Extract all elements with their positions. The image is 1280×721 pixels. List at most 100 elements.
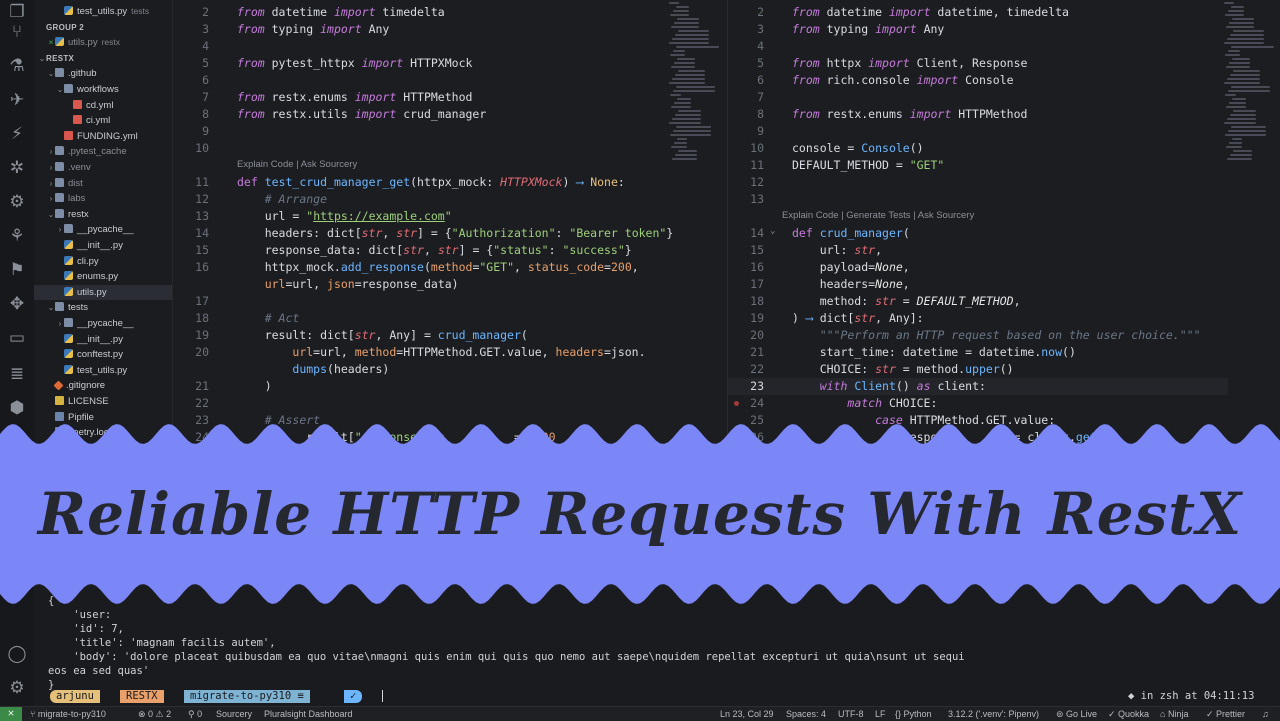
explorer-file[interactable]: cli.py — [34, 254, 172, 269]
chevron-down-icon[interactable]: ⌄ — [47, 207, 55, 222]
code-line[interactable]: 3 from typing import Any — [173, 21, 673, 38]
code-line[interactable]: 8 from restx.enums import HTTPMethod — [728, 106, 1228, 123]
code-line[interactable]: 13 url = "https://example.com" — [173, 208, 673, 225]
code-line[interactable]: 9 — [173, 123, 673, 140]
explorer-folder[interactable]: ⌄ workflows — [34, 82, 172, 97]
code-line[interactable]: 6 from rich.console import Console — [728, 72, 1228, 89]
status-eol[interactable]: LF — [875, 708, 886, 720]
code-line[interactable]: 16 httpx_mock.add_response(method="GET",… — [173, 259, 673, 276]
chevron-down-icon[interactable]: ⌄ — [56, 82, 64, 97]
codelens-actions[interactable]: Explain Code | Generate Tests | Ask Sour… — [782, 210, 974, 221]
code-line[interactable]: 18 # Act — [173, 310, 673, 327]
status-prettier[interactable]: ✓ Prettier — [1206, 708, 1245, 720]
chevron-right-icon[interactable]: › — [56, 316, 64, 331]
explorer-file[interactable]: enums.py — [34, 269, 172, 284]
settings-gear-icon[interactable]: ⚙ — [7, 678, 27, 698]
code-line[interactable]: dumps(headers) — [173, 361, 673, 378]
code-line[interactable]: 13 — [728, 191, 1228, 208]
remote-icon[interactable]: ⚙ — [7, 192, 27, 212]
code-line[interactable]: 19 result: dict[str, Any] = crud_manager… — [173, 327, 673, 344]
status-ports[interactable]: ⚲ 0 — [188, 708, 202, 720]
explorer-file[interactable]: LICENSE — [34, 394, 172, 409]
explorer-folder[interactable]: › labs — [34, 191, 172, 206]
code-line[interactable]: 4 — [173, 38, 673, 55]
explorer-file[interactable]: __init__.py — [34, 238, 172, 253]
explorer-file[interactable]: conftest.py — [34, 347, 172, 362]
chevron-right-icon[interactable]: › — [56, 222, 64, 237]
rocket-icon[interactable]: ✈ — [7, 90, 27, 110]
code-line[interactable]: 5 from pytest_httpx import HTTPXMock — [173, 55, 673, 72]
explorer-section-header[interactable]: GROUP 2 — [34, 20, 172, 35]
explorer-folder[interactable]: › .venv — [34, 160, 172, 175]
breakpoint-marker-icon[interactable] — [734, 401, 739, 406]
code-line[interactable]: 22 CHOICE: str = method.upper() — [728, 361, 1228, 378]
status-interpreter[interactable]: 3.12.2 ('.venv': Pipenv) — [948, 708, 1039, 720]
chevron-right-icon[interactable]: › — [47, 144, 55, 159]
extensions-icon[interactable]: ⚘ — [7, 226, 27, 246]
code-line[interactable]: 12 # Arrange — [173, 191, 673, 208]
code-line[interactable]: 19) ⟶ dict[str, Any]: — [728, 310, 1228, 327]
code-line[interactable]: 4 — [728, 38, 1228, 55]
code-line[interactable]: 8 from restx.utils import crud_manager — [173, 106, 673, 123]
code-line[interactable]: 14 def crud_manager( — [728, 225, 1228, 242]
code-line[interactable]: 6 — [173, 72, 673, 89]
status-quokka[interactable]: ✓ Quokka — [1108, 708, 1149, 720]
code-line[interactable]: 3 from typing import Any — [728, 21, 1228, 38]
chevron-right-icon[interactable]: › — [47, 176, 55, 191]
chevron-down-icon[interactable]: ⌄ — [38, 51, 46, 66]
code-line[interactable]: 21 start_time: datetime = datetime.now() — [728, 344, 1228, 361]
bookmark-icon[interactable]: ⚑ — [7, 260, 27, 280]
status-pluralsight[interactable]: Pluralsight Dashboard — [264, 708, 353, 720]
source-control-icon[interactable]: ⑂ — [7, 22, 27, 42]
chevron-right-icon[interactable]: › — [47, 191, 55, 206]
explorer-file[interactable]: utils.py — [34, 284, 172, 300]
code-line[interactable]: 23 with Client() as client: — [728, 378, 1228, 395]
code-line[interactable]: 11 def test_crud_manager_get(httpx_mock: … — [173, 174, 673, 191]
code-line[interactable]: 22 — [173, 395, 673, 412]
status-branch[interactable]: ⑂ migrate-to-py310 — [30, 708, 106, 720]
explorer-section-header[interactable]: ⌄RESTX — [34, 51, 172, 66]
files-icon[interactable]: ❐ — [7, 2, 27, 22]
hexagon-icon[interactable]: ⬢ — [7, 398, 27, 418]
explorer-file[interactable]: ci.yml — [34, 113, 172, 128]
explorer-folder[interactable]: › __pycache__ — [34, 316, 172, 331]
code-line[interactable]: 20 url=url, method=HTTPMethod.GET.value,… — [173, 344, 673, 361]
explorer-file[interactable]: test_utils.py — [34, 363, 172, 378]
explorer-file[interactable]: × utils.py restx — [34, 35, 172, 50]
code-line[interactable]: 7 from restx.enums import HTTPMethod — [173, 89, 673, 106]
explorer-folder[interactable]: ⌄ restx — [34, 207, 172, 222]
status-ninja[interactable]: ⌂ Ninja — [1160, 708, 1188, 720]
status-problems[interactable]: ⊗ 0 ⚠ 2 — [138, 708, 171, 720]
codelens-actions[interactable]: Explain Code | Ask Sourcery — [237, 159, 357, 170]
code-line[interactable]: 18 method: str = DEFAULT_METHOD, — [728, 293, 1228, 310]
code-line[interactable]: 17 headers=None, — [728, 276, 1228, 293]
explorer-file[interactable]: FUNDING.yml — [34, 129, 172, 144]
code-line[interactable]: 12 — [728, 174, 1228, 191]
monitor-icon[interactable]: ▭ — [7, 328, 27, 348]
code-line[interactable]: 24 match CHOICE: — [728, 395, 1228, 412]
code-line[interactable]: 10 — [173, 140, 673, 157]
code-line[interactable]: 5 from httpx import Client, Response — [728, 55, 1228, 72]
lightning-icon[interactable]: ⚡ — [7, 124, 27, 144]
explorer-folder[interactable]: › __pycache__ — [34, 222, 172, 237]
code-line[interactable]: 15 response_data: dict[str, str] = {"sta… — [173, 242, 673, 259]
explorer-folder[interactable]: › dist — [34, 176, 172, 191]
fold-chevron-icon[interactable]: ⌄ — [770, 226, 775, 236]
code-line[interactable]: 16 payload=None, — [728, 259, 1228, 276]
explorer-folder[interactable]: ⌄ .github — [34, 66, 172, 81]
code-line[interactable]: 10 console = Console() — [728, 140, 1228, 157]
chevron-right-icon[interactable]: › — [47, 160, 55, 175]
remote-indicator-icon[interactable]: ⨯ — [0, 707, 22, 721]
code-line[interactable]: 2 from datetime import timedelta — [173, 4, 673, 21]
notifications-bell-icon[interactable]: ♫ — [1262, 708, 1269, 720]
explorer-file[interactable]: .gitignore — [34, 378, 172, 393]
minimap[interactable] — [1224, 0, 1274, 175]
puzzle-icon[interactable]: ✥ — [7, 294, 27, 314]
code-line[interactable]: 9 — [728, 123, 1228, 140]
explorer-folder[interactable]: › .pytest_cache — [34, 144, 172, 159]
minimap[interactable] — [669, 0, 719, 175]
chevron-down-icon[interactable]: ⌄ — [47, 300, 55, 315]
explorer-file[interactable]: test_utils.py tests — [34, 4, 172, 19]
status-language[interactable]: {} Python — [895, 708, 932, 720]
testing-flask-icon[interactable]: ⚗ — [7, 56, 27, 76]
